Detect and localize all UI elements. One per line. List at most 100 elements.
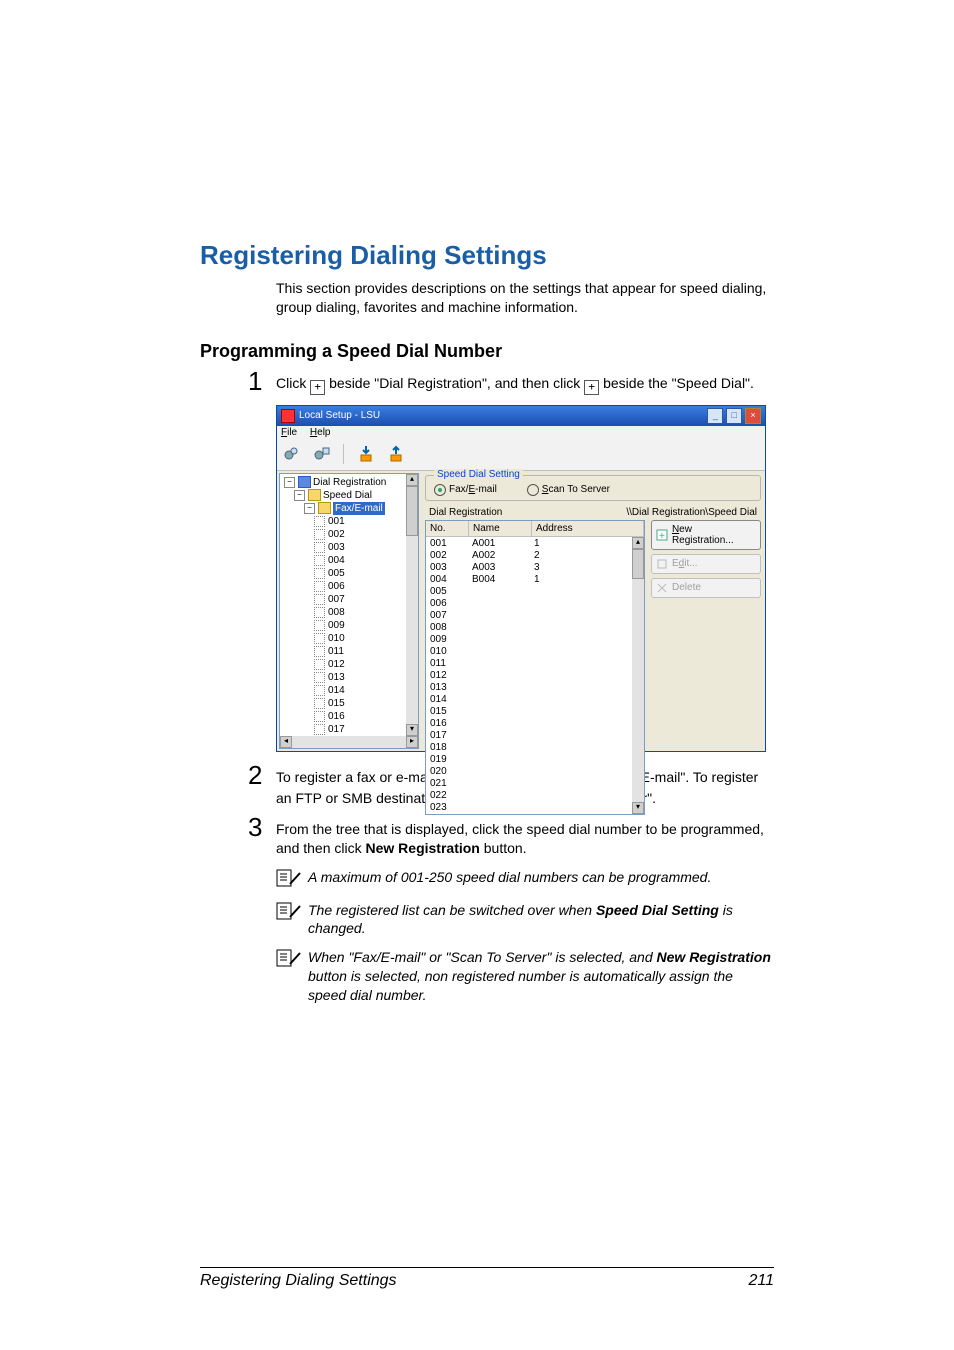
step-number: 1 (248, 368, 276, 395)
tree-view[interactable]: −Dial Registration−Speed Dial−Fax/E-mail… (279, 473, 419, 749)
note-icon (276, 948, 308, 1005)
list-scrollbar-vertical[interactable]: ▴ ▾ (632, 537, 644, 814)
close-button[interactable]: × (745, 408, 761, 424)
plus-icon: + (310, 380, 325, 395)
tree-fax-email[interactable]: −Fax/E-mail (304, 502, 418, 515)
list-row[interactable]: 016 (426, 718, 644, 730)
window-titlebar: Local Setup - LSU _ □ × (277, 406, 765, 426)
new-icon: + (656, 529, 668, 541)
list-row[interactable]: 023 (426, 802, 644, 814)
tree-number-item[interactable]: 007 (314, 593, 418, 606)
col-no[interactable]: No. (426, 521, 469, 536)
tree-number-item[interactable]: 004 (314, 554, 418, 567)
dial-registration-path: \\Dial Registration\Speed Dial (502, 507, 757, 518)
step-3: 3 From the tree that is displayed, click… (248, 814, 774, 858)
step-1-text-c: beside the "Speed Dial". (603, 375, 754, 391)
toolbar-upload-icon[interactable] (386, 443, 406, 466)
step-number: 3 (248, 814, 276, 858)
step-number: 2 (248, 762, 276, 810)
delete-button[interactable]: Delete (651, 578, 761, 598)
note-2-bold: Speed Dial Setting (596, 902, 719, 918)
radio-scan-to-server[interactable]: Scan To Server Scan To Server (527, 484, 610, 496)
footer-title: Registering Dialing Settings (200, 1272, 397, 1290)
toolbar-download-icon[interactable] (356, 443, 376, 466)
list-row[interactable]: 010 (426, 646, 644, 658)
note-3-text-b: button is selected, non registered numbe… (308, 968, 733, 1003)
tree-scrollbar-vertical[interactable]: ▴ ▾ (406, 474, 418, 736)
list-row[interactable]: 009 (426, 634, 644, 646)
tree-number-item[interactable]: 012 (314, 658, 418, 671)
list-row[interactable]: 021 (426, 778, 644, 790)
tree-number-item[interactable]: 016 (314, 710, 418, 723)
toolbar-separator (343, 444, 344, 464)
embedded-screenshot: Local Setup - LSU _ □ × FFileile HHelpel… (276, 405, 766, 752)
list-row[interactable]: 003A0033 (426, 562, 644, 574)
list-row[interactable]: 017 (426, 730, 644, 742)
tree-number-item[interactable]: 010 (314, 632, 418, 645)
list-row[interactable]: 008 (426, 622, 644, 634)
tree-number-item[interactable]: 013 (314, 671, 418, 684)
list-row[interactable]: 014 (426, 694, 644, 706)
tree-number-item[interactable]: 014 (314, 684, 418, 697)
list-row[interactable]: 018 (426, 742, 644, 754)
list-row[interactable]: 005 (426, 586, 644, 598)
list-view[interactable]: No. Name Address 001A0011002A0022003A003… (425, 520, 645, 815)
note-3: When "Fax/E-mail" or "Scan To Server" is… (276, 948, 774, 1005)
maximize-button[interactable]: □ (726, 408, 742, 424)
window-title: Local Setup - LSU (299, 410, 380, 421)
heading-2: Programming a Speed Dial Number (200, 341, 774, 362)
note-icon (276, 901, 308, 939)
step-1: 1 Click + beside "Dial Registration", an… (248, 368, 774, 395)
toolbar-connect-icon[interactable] (281, 443, 301, 466)
minimize-button[interactable]: _ (707, 408, 723, 424)
list-row[interactable]: 006 (426, 598, 644, 610)
tree-number-item[interactable]: 002 (314, 528, 418, 541)
list-row[interactable]: 022 (426, 790, 644, 802)
list-row[interactable]: 019 (426, 754, 644, 766)
list-row[interactable]: 001A0011 (426, 538, 644, 550)
tree-number-item[interactable]: 006 (314, 580, 418, 593)
svg-text:+: + (659, 531, 665, 541)
note-3-text-a: When "Fax/E-mail" or "Scan To Server" is… (308, 949, 657, 965)
note-1-text: A maximum of 001-250 speed dial numbers … (308, 868, 711, 891)
tree-speed-dial[interactable]: −Speed Dial (294, 489, 418, 502)
toolbar-connect2-icon[interactable] (311, 443, 331, 466)
note-icon (276, 868, 308, 891)
group-title: Speed Dial Setting (434, 469, 523, 480)
delete-icon (656, 582, 668, 594)
tree-number-item[interactable]: 011 (314, 645, 418, 658)
list-row[interactable]: 012 (426, 670, 644, 682)
list-row[interactable]: 002A0022 (426, 550, 644, 562)
radio-fax-email[interactable]: Fax/E-mail Fax/E-mail (434, 484, 497, 496)
menu-file[interactable]: FFileile (281, 427, 297, 438)
col-address[interactable]: Address (532, 521, 644, 536)
list-row[interactable]: 007 (426, 610, 644, 622)
edit-button[interactable]: Edit... Edit... (651, 554, 761, 574)
col-name[interactable]: Name (469, 521, 532, 536)
app-icon (281, 409, 295, 423)
menu-bar: FFileile HHelpelp (277, 426, 765, 439)
list-row[interactable]: 013 (426, 682, 644, 694)
tree-number-item[interactable]: 017 (314, 723, 418, 736)
intro-text: This section provides descriptions on th… (276, 279, 774, 317)
list-row[interactable]: 011 (426, 658, 644, 670)
new-registration-button[interactable]: + New Registration... New Registration..… (651, 520, 761, 550)
footer-page-number: 211 (748, 1272, 774, 1290)
tree-number-item[interactable]: 015 (314, 697, 418, 710)
note-2-text-a: The registered list can be switched over… (308, 902, 596, 918)
step-3-text-b: button. (484, 840, 527, 856)
list-row[interactable]: 015 (426, 706, 644, 718)
tree-scrollbar-horizontal[interactable]: ◂ ▸ (280, 736, 418, 748)
tree-number-item[interactable]: 009 (314, 619, 418, 632)
tree-number-item[interactable]: 008 (314, 606, 418, 619)
list-row[interactable]: 020 (426, 766, 644, 778)
tree-number-item[interactable]: 005 (314, 567, 418, 580)
tree-number-item[interactable]: 003 (314, 541, 418, 554)
tree-number-item[interactable]: 001 (314, 515, 418, 528)
speed-dial-setting-group: Speed Dial Setting Fax/E-mail Fax/E-mail… (425, 475, 761, 501)
tool-bar (277, 439, 765, 471)
menu-help[interactable]: HHelpelp (310, 427, 331, 438)
list-row[interactable]: 004B0041 (426, 574, 644, 586)
page-footer: Registering Dialing Settings 211 (200, 1267, 774, 1290)
tree-root-item[interactable]: −Dial Registration (284, 476, 418, 489)
